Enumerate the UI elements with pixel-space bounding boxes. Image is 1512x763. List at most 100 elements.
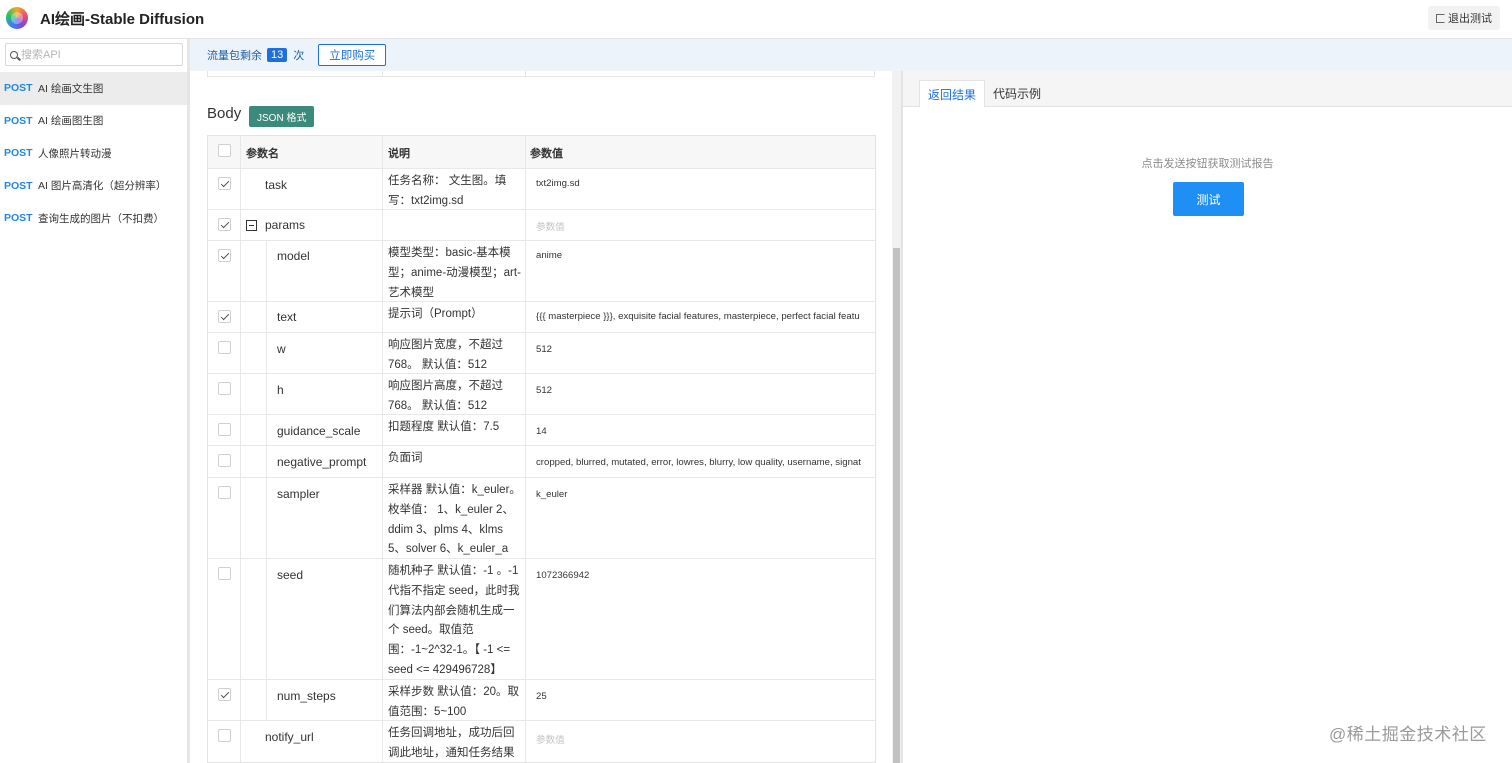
row-checkbox[interactable] bbox=[218, 567, 231, 580]
row-checkbox[interactable] bbox=[218, 454, 231, 467]
param-value-input[interactable]: txt2img.sd bbox=[536, 178, 866, 189]
quota-bar: 流量包剩余 13 次 立即购买 bbox=[190, 39, 1512, 71]
table-row: seed 随机种子 默认值：-1 。-1代指不指定 seed，此时我们算法内部会… bbox=[208, 558, 875, 679]
param-desc: 扣题程度 默认值：7.5 bbox=[388, 421, 500, 433]
api-item-photo2anime[interactable]: POST 人像照片转动漫 bbox=[0, 137, 187, 170]
param-name: task bbox=[265, 178, 288, 192]
api-item-img2img[interactable]: POST AI 绘画图生图 bbox=[0, 105, 187, 138]
api-item-query[interactable]: POST 查询生成的图片（不扣费） bbox=[0, 202, 187, 235]
row-checkbox[interactable] bbox=[218, 729, 231, 742]
param-value-input[interactable]: anime bbox=[536, 250, 866, 261]
scrollbar-thumb[interactable] bbox=[893, 248, 900, 763]
table-row: num_steps 采样步数 默认值：20。取值范围：5~100 25 bbox=[208, 679, 875, 720]
param-desc: 采样器 默认值：k_euler。枚举值： 1、k_euler 2、ddim 3、… bbox=[388, 484, 521, 556]
param-value-input[interactable]: 1072366942 bbox=[536, 570, 866, 581]
table-row: model 模型类型：basic-基本模型；anime-动漫模型；art-艺术模… bbox=[208, 240, 875, 301]
param-desc: 提示词（Prompt） bbox=[388, 308, 483, 320]
param-name: model bbox=[277, 249, 310, 263]
api-label: AI 图片高清化（超分辨率） bbox=[38, 180, 167, 193]
watermark: @稀土掘金技术社区 bbox=[1329, 725, 1487, 744]
api-label: 人像照片转动漫 bbox=[38, 147, 112, 160]
column-header-value: 参数值 bbox=[530, 148, 563, 160]
table-row: notify_url 任务回调地址，成功后回调此地址，通知任务结果 参数值 bbox=[208, 720, 875, 762]
param-value-input[interactable]: 14 bbox=[536, 426, 866, 437]
tab-code-example[interactable]: 代码示例 bbox=[985, 80, 1049, 107]
column-header-name: 参数名 bbox=[246, 148, 279, 160]
request-panel: Body JSON 格式 参数名 说明 参数值 task 任务名称： 文生图。填… bbox=[190, 71, 892, 763]
param-desc: 任务名称： 文生图。填写：txt2img.sd bbox=[388, 175, 507, 207]
table-row: negative_prompt 负面词 cropped, blurred, mu… bbox=[208, 445, 875, 477]
param-value-input[interactable]: 512 bbox=[536, 385, 866, 396]
param-name: seed bbox=[277, 568, 304, 582]
table-divider bbox=[525, 71, 526, 76]
param-desc: 随机种子 默认值：-1 。-1代指不指定 seed，此时我们算法内部会随机生成一… bbox=[388, 565, 520, 676]
tab-result[interactable]: 返回结果 bbox=[919, 80, 986, 107]
param-name: h bbox=[277, 383, 284, 397]
table-header-row: 参数名 说明 参数值 bbox=[208, 136, 875, 168]
api-label: AI 绘画文生图 bbox=[38, 82, 104, 95]
row-checkbox[interactable] bbox=[218, 310, 231, 323]
response-panel: 返回结果 代码示例 点击发送按钮获取测试报告 测试 bbox=[903, 71, 1512, 763]
empty-result-hint: 点击发送按钮获取测试报告 bbox=[1141, 158, 1274, 170]
api-list: POST AI 绘画文生图 POST AI 绘画图生图 POST 人像照片转动漫… bbox=[0, 72, 187, 235]
app-logo-icon bbox=[6, 7, 28, 29]
quota-suffix: 次 bbox=[293, 50, 305, 62]
param-name: notify_url bbox=[265, 730, 314, 744]
api-method: POST bbox=[4, 114, 33, 127]
params-table: 参数名 说明 参数值 task 任务名称： 文生图。填写：txt2img.sd … bbox=[207, 135, 876, 763]
param-desc: 负面词 bbox=[388, 452, 423, 464]
param-value-input[interactable]: 参数值 bbox=[536, 732, 866, 746]
api-label: 查询生成的图片（不扣费） bbox=[38, 212, 164, 225]
row-checkbox[interactable] bbox=[218, 249, 231, 262]
buy-now-button[interactable]: 立即购买 bbox=[318, 44, 387, 66]
row-checkbox[interactable] bbox=[218, 382, 231, 395]
table-row: w 响应图片宽度，不超过768。 默认值：512 512 bbox=[208, 332, 875, 373]
json-format-badge[interactable]: JSON 格式 bbox=[249, 106, 315, 127]
param-desc: 任务回调地址，成功后回调此地址，通知任务结果 bbox=[388, 727, 515, 759]
param-desc: 响应图片宽度，不超过768。 默认值：512 bbox=[388, 339, 503, 371]
param-name: guidance_scale bbox=[277, 424, 361, 438]
param-name: text bbox=[277, 310, 297, 324]
table-divider bbox=[382, 71, 383, 76]
param-value-input[interactable]: 512 bbox=[536, 344, 866, 355]
api-label: AI 绘画图生图 bbox=[38, 115, 104, 128]
search-input[interactable] bbox=[21, 48, 171, 61]
collapse-icon[interactable] bbox=[246, 220, 257, 231]
table-row: text 提示词（Prompt） {{{ masterpiece }}}, ex… bbox=[208, 301, 875, 332]
app-title: AI绘画-Stable Diffusion bbox=[40, 11, 205, 28]
logout-icon bbox=[1436, 13, 1445, 23]
table-row: task 任务名称： 文生图。填写：txt2img.sd txt2img.sd bbox=[208, 168, 875, 209]
param-desc: 采样步数 默认值：20。取值范围：5~100 bbox=[388, 686, 519, 718]
row-checkbox[interactable] bbox=[218, 341, 231, 354]
api-method: POST bbox=[4, 179, 33, 192]
select-all-checkbox[interactable] bbox=[218, 144, 231, 157]
request-panel-scrollbar[interactable] bbox=[892, 71, 901, 763]
param-value-input[interactable]: 25 bbox=[536, 691, 866, 702]
param-desc: 模型类型：basic-基本模型；anime-动漫模型；art-艺术模型 bbox=[388, 247, 521, 299]
row-checkbox[interactable] bbox=[218, 177, 231, 190]
param-desc: 响应图片高度，不超过768。 默认值：512 bbox=[388, 380, 503, 412]
row-checkbox[interactable] bbox=[218, 486, 231, 499]
search-icon bbox=[10, 50, 18, 59]
param-value-input[interactable]: cropped, blurred, mutated, error, lowres… bbox=[536, 457, 866, 468]
api-item-superres[interactable]: POST AI 图片高清化（超分辨率） bbox=[0, 170, 187, 203]
param-name: params bbox=[265, 218, 306, 232]
param-value-input[interactable]: k_euler bbox=[536, 489, 866, 500]
logout-button[interactable]: 退出测试 bbox=[1428, 6, 1500, 30]
row-checkbox[interactable] bbox=[218, 688, 231, 701]
api-method: POST bbox=[4, 212, 33, 225]
api-item-text2img[interactable]: POST AI 绘画文生图 bbox=[0, 72, 187, 105]
search-box bbox=[5, 43, 183, 66]
quota-prefix: 流量包剩余 bbox=[207, 50, 262, 62]
test-button[interactable]: 测试 bbox=[1173, 182, 1244, 216]
body-section-title: Body bbox=[207, 105, 242, 122]
api-method: POST bbox=[4, 82, 33, 95]
row-checkbox[interactable] bbox=[218, 218, 231, 231]
row-checkbox[interactable] bbox=[218, 423, 231, 436]
param-value-input[interactable]: 参数值 bbox=[536, 219, 866, 233]
param-value-input[interactable]: {{{ masterpiece }}}, exquisite facial fe… bbox=[536, 311, 866, 322]
header-table-stub bbox=[207, 71, 875, 77]
sidebar: POST AI 绘画文生图 POST AI 绘画图生图 POST 人像照片转动漫… bbox=[0, 39, 190, 763]
api-method: POST bbox=[4, 147, 33, 160]
table-row: params 参数值 bbox=[208, 209, 875, 240]
